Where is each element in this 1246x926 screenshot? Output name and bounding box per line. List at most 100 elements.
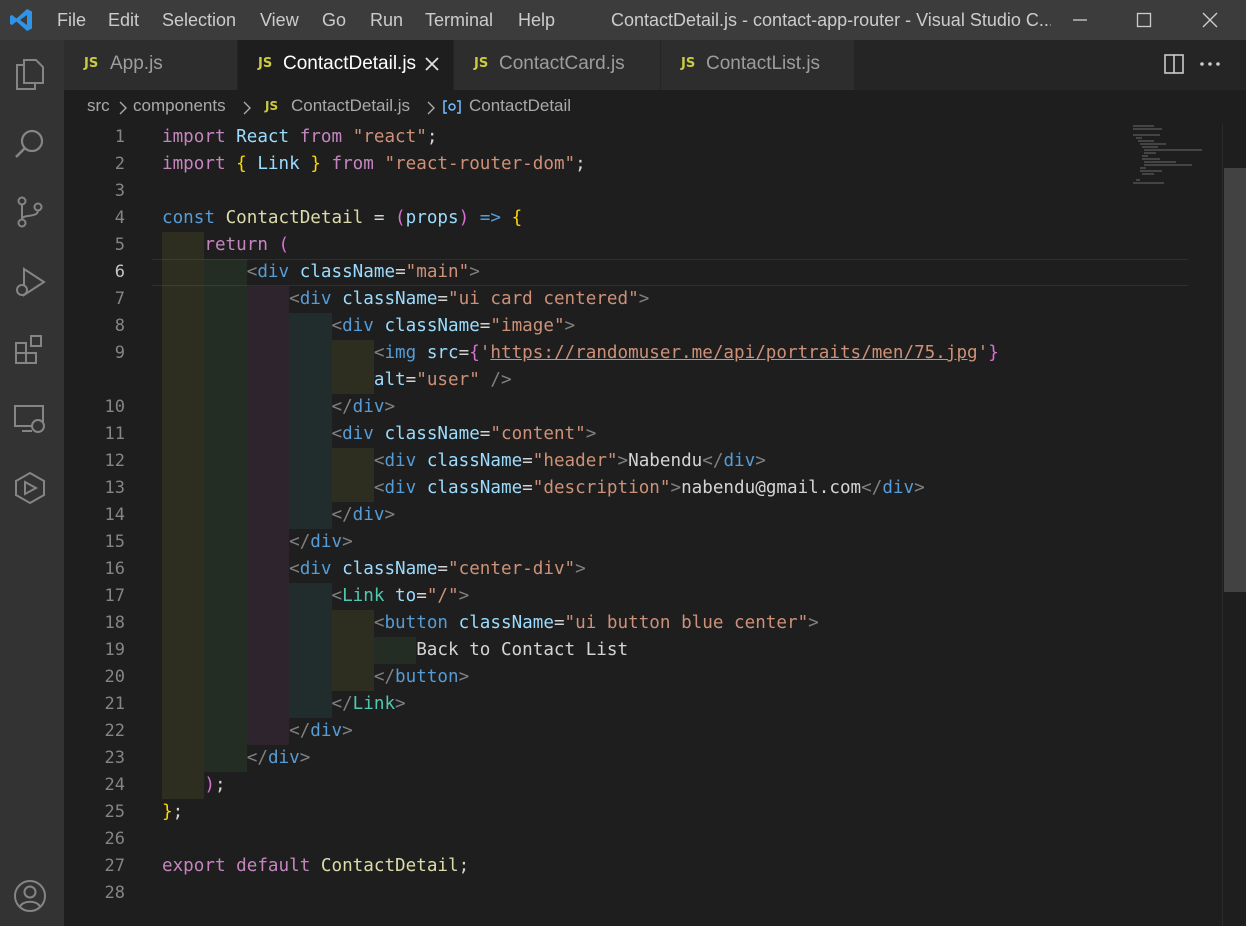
code-text: </Link> [331,694,406,714]
tab-app-js[interactable]: JS App.js [64,40,238,90]
breadcrumb-components[interactable]: components [133,96,226,116]
code-line[interactable]: 13 <div className="description">nabendu@… [64,475,1124,502]
search-button[interactable] [8,122,52,166]
menu-edit[interactable]: Edit [108,0,139,40]
code-line[interactable]: 17 <Link to="/"> [64,583,1124,610]
js-file-icon: JS [258,56,273,71]
code-line[interactable]: 1 import React from "react"; [64,124,1124,151]
line-number: 2 [114,154,125,174]
code-line[interactable]: 10 </div> [64,394,1124,421]
code-text: </div> [331,505,396,525]
code-text: <img src={'https://randomuser.me/api/por… [373,343,999,363]
code-line[interactable]: 14 </div> [64,502,1124,529]
menu-help[interactable]: Help [518,0,555,40]
menu-view[interactable]: View [260,0,299,40]
code-line[interactable]: 12 <div className="header">Nabendu</div> [64,448,1124,475]
tab-label: ContactCard.js [499,53,625,74]
code-text: import React from "react"; [162,127,438,147]
code-line[interactable]: 22 </div> [64,718,1124,745]
explorer-button[interactable] [8,52,52,96]
line-number: 26 [104,829,125,849]
breadcrumb-src[interactable]: src [87,96,110,116]
menu-go[interactable]: Go [322,0,346,40]
menu-selection[interactable]: Selection [162,0,236,40]
code-text: }; [162,802,184,822]
tab-contactcard-js[interactable]: JS ContactCard.js [454,40,661,90]
code-text: <div className="description">nabendu@gma… [373,478,925,498]
code-line[interactable]: 18 <button className="ui button blue cen… [64,610,1124,637]
code-line[interactable]: 21 </Link> [64,691,1124,718]
extensions-button[interactable] [8,328,52,372]
code-line[interactable]: 26 [64,826,1124,853]
line-number: 8 [114,316,125,336]
code-line[interactable]: 16 <div className="center-div"> [64,556,1124,583]
remote-explorer-button[interactable] [8,396,52,440]
code-line[interactable]: 27 export default ContactDetail; [64,853,1124,880]
code-line[interactable]: 15 </div> [64,529,1124,556]
close-window-button[interactable] [1185,0,1235,40]
code-line[interactable]: 24 ); [64,772,1124,799]
line-number: 6 [114,262,125,282]
line-number: 1 [114,127,125,147]
close-tab-icon[interactable] [422,54,442,74]
scrollbar-thumb[interactable] [1224,168,1246,592]
close-icon [1202,12,1218,28]
deploy-button[interactable] [8,466,52,510]
code-line[interactable]: 25}; [64,799,1124,826]
breadcrumb-symbol[interactable]: ContactDetail [469,96,571,116]
line-number: 15 [104,532,125,552]
code-line[interactable]: 3 [64,178,1124,205]
tab-contactlist-js[interactable]: JS ContactList.js [661,40,855,90]
code-text: <button className="ui button blue center… [373,613,819,633]
split-editor-icon[interactable] [1162,52,1186,76]
minimize-button[interactable] [1055,0,1105,40]
code-line[interactable]: 7 <div className="ui card centered"> [64,286,1124,313]
run-debug-button[interactable] [8,260,52,304]
breadcrumb-file[interactable]: ContactDetail.js [291,96,410,116]
line-number: 17 [104,586,125,606]
code-line[interactable]: 4 const ContactDetail = (props) => { [64,205,1124,232]
account-icon [14,880,46,912]
code-text: import { Link } from "react-router-dom"; [162,154,586,174]
tab-label: ContactList.js [706,53,821,74]
code-text: export default ContactDetail; [162,856,470,876]
line-number: 25 [104,802,125,822]
code-line[interactable]: 6 <div className="main"> [64,259,1124,286]
line-number: 3 [114,181,125,201]
tab-label: App.js [110,53,163,74]
code-text: </div> [289,532,353,552]
tab-contactdetail-js[interactable]: JS ContactDetail.js [238,40,454,90]
js-file-icon: JS [474,56,489,71]
source-control-icon [17,196,43,228]
code-line[interactable]: 20 </button> [64,664,1124,691]
line-number: 10 [104,397,125,417]
code-line[interactable]: 23 </div> [64,745,1124,772]
line-number: 14 [104,505,125,525]
code-line[interactable]: 2 import { Link } from "react-router-dom"… [64,151,1124,178]
code-line[interactable]: 19 Back to Contact List [64,637,1124,664]
account-button[interactable] [8,874,52,918]
code-line[interactable]: 8 <div className="image"> [64,313,1124,340]
window-title: ContactDetail.js - contact-app-router - … [611,10,1051,30]
code-text: <div className="image"> [331,316,576,336]
code-line[interactable]: 28 [64,880,1124,907]
source-control-button[interactable] [8,190,52,234]
vscode-logo-icon[interactable] [8,7,34,33]
line-number: 9 [114,343,125,363]
code-line[interactable]: 9 <img src={'https://randomuser.me/api/p… [64,340,1124,367]
code-line[interactable]: 5 return ( [64,232,1124,259]
more-actions-icon[interactable] [1198,52,1222,76]
activity-bar [0,40,64,926]
menu-run[interactable]: Run [370,0,403,40]
maximize-button[interactable] [1119,0,1169,40]
breadcrumb: src components JS ContactDetail.js Conta… [64,90,1246,124]
code-text: Back to Contact List [416,640,629,660]
code-editor[interactable]: 1 import React from "react"; 2 import { Lin… [64,124,1246,926]
code-line[interactable]: 11 <div className="content"> [64,421,1124,448]
code-line[interactable]: alt="user" /> [64,367,1124,394]
menu-file[interactable]: File [57,0,86,40]
line-number: 24 [104,775,125,795]
menu-terminal[interactable]: Terminal [425,0,493,40]
minimap[interactable] [1132,124,1222,184]
line-number: 22 [104,721,125,741]
